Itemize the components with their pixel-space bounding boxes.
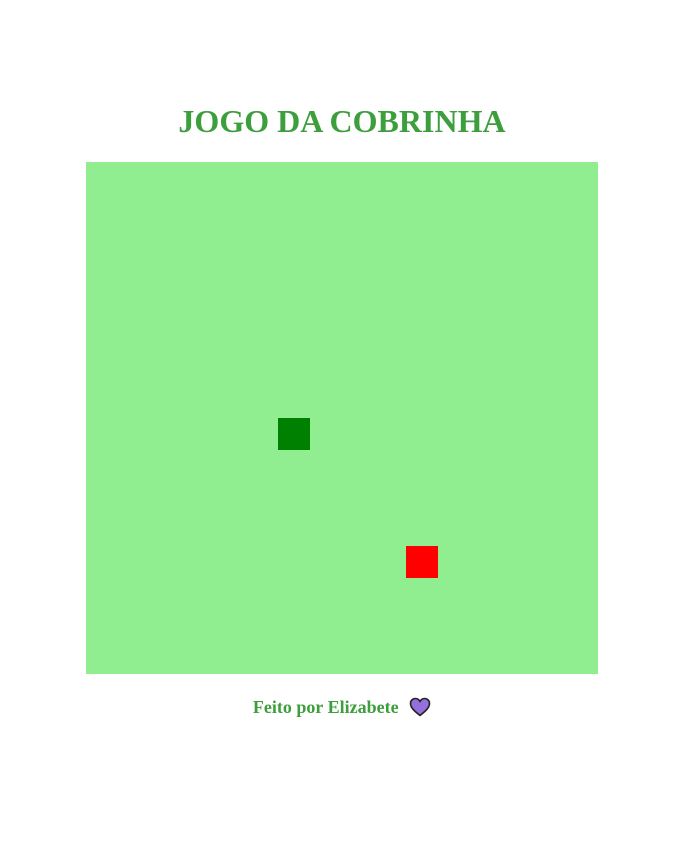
- food: [406, 546, 438, 578]
- game-board[interactable]: [86, 162, 598, 674]
- footer-credit: Feito por Elizabete: [252, 697, 399, 717]
- snake-head: [278, 418, 310, 450]
- page-title: JOGO DA COBRINHA: [178, 103, 506, 139]
- heart-icon: [409, 697, 431, 717]
- footer: Feito por Elizabete: [0, 694, 684, 720]
